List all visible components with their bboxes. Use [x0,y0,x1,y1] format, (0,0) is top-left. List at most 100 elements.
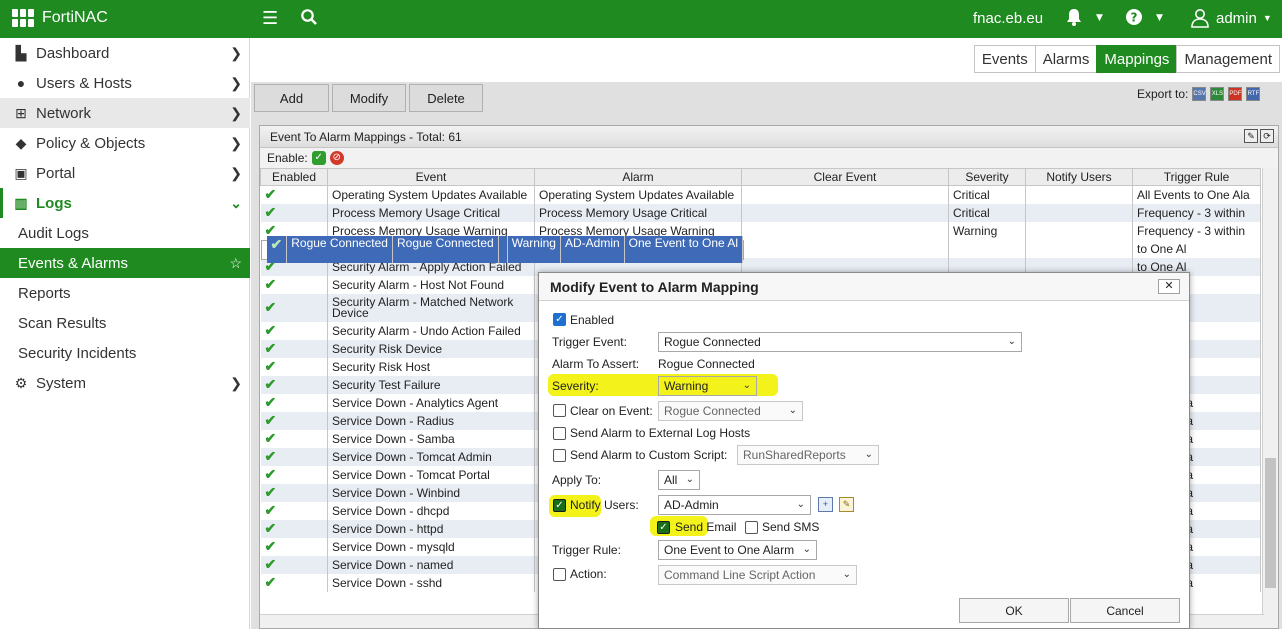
sidebar-item-scan-results[interactable]: Scan Results [0,308,250,338]
close-button[interactable]: ✕ [1158,279,1180,294]
sidebar-item-policy-objects[interactable]: ◆ Policy & Objects ❯ [0,128,250,158]
tab-management[interactable]: Management [1176,45,1280,73]
clear-on-event-checkbox[interactable] [553,404,566,417]
action-checkbox[interactable] [553,568,566,581]
export-rtf-icon[interactable]: RTF [1246,87,1261,101]
enable-all-icon[interactable]: ✓ [311,151,326,165]
ok-button[interactable]: OK [959,598,1069,623]
chevron-down-icon[interactable]: ▼ [1156,13,1163,23]
enabled-check-icon: ✔ [264,340,277,356]
notify-users-checkbox[interactable]: ✓ [553,499,566,512]
tab-bar: Events Alarms Mappings Management [973,45,1280,73]
col-notify-users[interactable]: Notify Users [1025,168,1133,186]
col-alarm[interactable]: Alarm [534,168,742,186]
delete-button[interactable]: Delete [409,84,483,112]
add-user-icon[interactable]: + [818,497,833,512]
top-bar: FortiNAC ☰ fnac.eb.eu ▼ ? ▼ admin ▼ [0,0,1282,38]
export-pdf-icon[interactable]: PDF [1228,87,1243,101]
tab-mappings[interactable]: Mappings [1096,45,1178,73]
sidebar-item-network[interactable]: ⊞ Network ❯ [0,98,250,128]
action-label: Action: [570,567,607,581]
enabled-check-icon: ✔ [264,520,277,536]
custom-script-select[interactable]: RunSharedReports ⌄ [737,445,879,465]
cell-notify-users [1025,185,1133,204]
cell-enabled: ✔ [260,519,328,538]
severity-select[interactable]: Warning ⌄ [658,376,757,396]
export-csv-icon[interactable]: CSV [1192,87,1207,101]
notify-users-select[interactable]: AD-Admin ⌄ [658,495,811,515]
send-custom-script-label: Send Alarm to Custom Script: [570,448,728,462]
col-severity[interactable]: Severity [948,168,1026,186]
fortinet-logo-icon [12,9,34,27]
custom-script-value: RunSharedReports [743,448,846,462]
clear-on-event-select[interactable]: Rogue Connected ⌄ [658,401,803,421]
table-row[interactable]: ✔ Rogue Connected Rogue Connected Warning AD… [260,236,745,263]
sidebar-item-system[interactable]: ⚙ System ❯ [0,368,250,398]
shield-icon: ◆ [15,134,27,151]
send-sms-checkbox[interactable] [745,521,758,534]
sidebar-item-events-alarms[interactable]: Events & Alarms ☆ [0,248,250,278]
cell-event: Service Down - httpd [327,519,535,538]
col-trigger-rule[interactable]: Trigger Rule [1132,168,1261,186]
sidebar-item-reports[interactable]: Reports [0,278,250,308]
chevron-right-icon: ❯ [230,374,242,391]
send-custom-script-checkbox[interactable] [553,449,566,462]
chevron-down-icon: ⌄ [685,474,694,485]
enabled-check-icon: ✔ [264,186,277,203]
cell-trigger-rule: One Event to One Al [624,236,744,263]
star-icon[interactable]: ☆ [229,255,242,272]
enabled-checkbox[interactable]: ✓ [553,313,566,326]
table-row[interactable]: ✔ Operating System Updates Available Opera… [260,185,1261,204]
sidebar-item-label: Users & Hosts [36,74,132,92]
tab-events[interactable]: Events [973,45,1036,73]
sidebar-item-security-incidents[interactable]: Security Incidents [0,338,250,368]
bell-icon[interactable] [1066,8,1082,31]
help-icon[interactable]: ? [1125,8,1143,31]
chevron-down-icon[interactable]: ▼ [1096,13,1103,23]
export-bar: Export to: CSV XLS PDF RTF [1137,87,1261,101]
user-menu[interactable]: admin ▼ [1190,8,1272,28]
notify-users-label: Notify Users: [570,498,639,512]
edit-user-icon[interactable]: ✎ [839,497,854,512]
add-button[interactable]: Add [254,84,329,112]
enabled-check-icon: ✔ [264,538,277,554]
vertical-scrollbar[interactable] [1262,168,1278,628]
sidebar-item-users-hosts[interactable]: ● Users & Hosts ❯ [0,68,250,98]
cancel-button[interactable]: Cancel [1070,598,1180,623]
refresh-icon[interactable]: ⟳ [1260,129,1274,143]
sidebar-item-audit-logs[interactable]: Audit Logs [0,218,250,248]
disable-all-icon[interactable]: ⊘ [329,151,344,165]
brand[interactable]: FortiNAC [12,9,108,27]
trigger-event-select[interactable]: Rogue Connected ⌄ [658,332,1022,352]
portal-icon: ▣ [14,164,28,181]
search-icon[interactable] [300,8,318,31]
sidebar-item-logs[interactable]: ▥ Logs ⌄ [0,188,250,218]
tab-alarms[interactable]: Alarms [1034,45,1098,73]
col-event[interactable]: Event [327,168,535,186]
col-clear-event[interactable]: Clear Event [741,168,949,186]
trigger-rule-select[interactable]: One Event to One Alarm ⌄ [658,540,817,560]
sidebar-item-label: Policy & Objects [36,134,146,152]
cell-clear-event [741,203,949,222]
send-external-log-checkbox[interactable] [553,427,566,440]
cell-event: Operating System Updates Available [327,185,535,204]
cell-severity: Warning [948,221,1026,240]
chevron-down-icon: ⌄ [230,194,242,211]
export-xls-icon[interactable]: XLS [1210,87,1225,101]
col-enabled[interactable]: Enabled [260,168,328,186]
scroll-thumb[interactable] [1265,458,1276,588]
apply-to-select[interactable]: All ⌄ [658,470,700,490]
table-header-row: Enabled Event Alarm Clear Event Severity… [260,168,1261,186]
hamburger-menu-icon[interactable]: ☰ [262,8,278,29]
send-email-checkbox[interactable]: ✓ [657,521,670,534]
edit-columns-icon[interactable]: ✎ [1244,129,1258,143]
modify-button[interactable]: Modify [332,84,406,112]
chevron-down-icon: ⌄ [864,449,873,460]
sidebar-item-portal[interactable]: ▣ Portal ❯ [0,158,250,188]
table-row[interactable]: ✔ Process Memory Usage Critical Process Me… [260,203,1261,222]
sidebar-item-dashboard[interactable]: ▙ Dashboard ❯ [0,38,250,68]
send-external-log-label: Send Alarm to External Log Hosts [570,426,751,440]
sidebar-item-label: Security Incidents [18,344,137,362]
action-select[interactable]: Command Line Script Action ⌄ [658,565,857,585]
cell-enabled: ✔ [260,429,328,448]
